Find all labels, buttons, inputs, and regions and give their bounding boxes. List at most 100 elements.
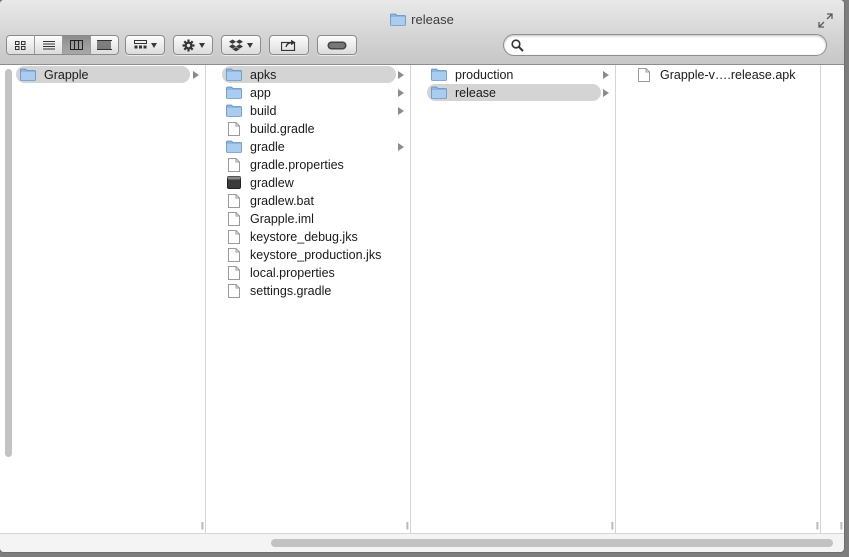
list-item[interactable]: build.gradle xyxy=(222,120,396,137)
list-item[interactable]: gradle xyxy=(222,138,396,155)
search-input[interactable] xyxy=(528,37,822,55)
list-item[interactable]: production xyxy=(427,66,601,83)
toolbar: release xyxy=(0,0,844,65)
column-resize-handle[interactable]: || xyxy=(406,521,409,530)
item-label: production xyxy=(455,67,514,82)
item-label: Grapple xyxy=(44,67,89,82)
item-label: app xyxy=(250,85,271,100)
share-icon xyxy=(281,39,296,51)
list-view-button[interactable] xyxy=(35,36,63,54)
list-item[interactable]: local.properties xyxy=(222,264,396,281)
list-item[interactable]: Grapple.iml xyxy=(222,210,396,227)
column-resize-handle[interactable]: || xyxy=(611,521,614,530)
column-empty: || xyxy=(821,65,844,533)
column-resize-handle[interactable]: || xyxy=(840,521,843,530)
list-item[interactable]: keystore_debug.jks xyxy=(222,228,396,245)
dropbox-icon xyxy=(229,39,243,51)
window-title-text: release xyxy=(411,12,454,27)
document-icon xyxy=(225,157,242,172)
finder-window: release Grapple || || apks app build bui… xyxy=(0,0,844,552)
window-title: release xyxy=(0,12,844,27)
disclosure-arrow-icon xyxy=(398,143,404,151)
folder-icon xyxy=(430,86,447,100)
document-icon xyxy=(225,121,242,136)
gear-icon xyxy=(182,39,194,51)
coverflow-view-icon xyxy=(97,40,112,50)
document-icon xyxy=(225,265,242,280)
disclosure-arrow-icon xyxy=(398,71,404,79)
folder-icon xyxy=(430,68,447,82)
arrange-icon xyxy=(133,40,147,49)
column-resize-handle[interactable]: || xyxy=(816,521,819,530)
horizontal-scrollbar[interactable] xyxy=(271,539,833,547)
list-item[interactable]: Grapple-v….release.apk xyxy=(632,66,806,83)
view-segmented-control xyxy=(6,35,119,55)
document-icon xyxy=(225,211,242,226)
search-field[interactable] xyxy=(503,34,827,56)
list-item[interactable]: build xyxy=(222,102,396,119)
folder-icon xyxy=(225,68,242,82)
item-label: Grapple.iml xyxy=(250,211,314,226)
column-resize-handle[interactable]: || xyxy=(201,521,204,530)
column-view-button[interactable] xyxy=(63,36,91,54)
toggle-icon xyxy=(327,41,347,49)
action-button[interactable] xyxy=(173,35,213,55)
item-label: keystore_debug.jks xyxy=(250,229,358,244)
item-label: gradle.properties xyxy=(250,157,344,172)
list-item[interactable]: release xyxy=(427,84,601,101)
list-item[interactable]: settings.gradle xyxy=(222,282,396,299)
item-label: local.properties xyxy=(250,265,335,280)
list-item[interactable]: apks xyxy=(222,66,396,83)
share-button[interactable] xyxy=(269,35,309,55)
folder-icon xyxy=(19,68,36,82)
item-label: release xyxy=(455,85,496,100)
disclosure-arrow-icon xyxy=(398,89,404,97)
folder-icon xyxy=(225,140,242,154)
dropbox-button[interactable] xyxy=(221,35,261,55)
vertical-scrollbar[interactable] xyxy=(5,69,12,457)
folder-icon xyxy=(390,13,407,26)
list-item[interactable]: gradlew xyxy=(222,174,396,191)
column-3[interactable]: || production release xyxy=(411,65,616,533)
disclosure-arrow-icon xyxy=(603,89,609,97)
list-item[interactable]: gradle.properties xyxy=(222,156,396,173)
chevron-down-icon xyxy=(198,42,205,48)
icon-view-icon xyxy=(15,40,26,50)
document-icon xyxy=(225,229,242,244)
item-label: gradlew xyxy=(250,175,294,190)
chevron-down-icon xyxy=(247,42,253,48)
icon-view-button[interactable] xyxy=(7,36,35,54)
item-label: gradlew.bat xyxy=(250,193,314,208)
list-item[interactable]: keystore_production.jks xyxy=(222,246,396,263)
document-icon xyxy=(635,67,652,82)
tags-button[interactable] xyxy=(317,35,357,55)
folder-icon xyxy=(225,104,242,118)
item-label: build xyxy=(250,103,277,118)
disclosure-arrow-icon xyxy=(193,71,199,79)
folder-icon xyxy=(225,86,242,100)
list-item[interactable]: gradlew.bat xyxy=(222,192,396,209)
arrange-button[interactable] xyxy=(125,35,165,55)
document-icon xyxy=(225,283,242,298)
list-item[interactable]: app xyxy=(222,84,396,101)
document-icon xyxy=(225,193,242,208)
column-browser: Grapple || || apks app build build.gradle gr… xyxy=(0,65,844,533)
column-4[interactable]: || Grapple-v….release.apk xyxy=(616,65,821,533)
fullscreen-icon[interactable] xyxy=(818,13,833,28)
disclosure-arrow-icon xyxy=(603,71,609,79)
column-1[interactable]: Grapple || xyxy=(0,65,206,533)
coverflow-view-button[interactable] xyxy=(91,36,118,54)
item-label: build.gradle xyxy=(250,121,315,136)
disclosure-arrow-icon xyxy=(398,107,404,115)
horizontal-scroll-track xyxy=(0,533,844,552)
search-icon xyxy=(511,39,524,52)
item-label: gradle xyxy=(250,139,285,154)
item-label: keystore_production.jks xyxy=(250,247,382,262)
item-label: Grapple-v….release.apk xyxy=(660,67,796,82)
list-item-grapple[interactable]: Grapple xyxy=(16,66,190,83)
executable-icon xyxy=(225,176,242,190)
item-label: apks xyxy=(250,67,277,82)
column-view-icon xyxy=(70,40,83,50)
column-2[interactable]: || apks app build build.gradle gradle gradle.… xyxy=(206,65,411,533)
chevron-down-icon xyxy=(150,42,157,48)
